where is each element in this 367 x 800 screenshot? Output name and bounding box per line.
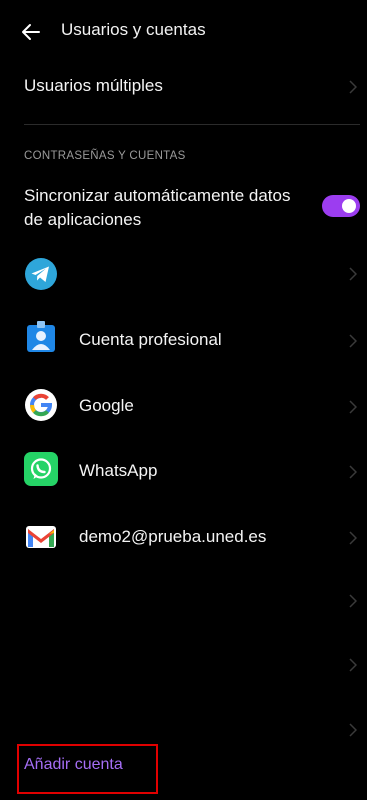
back-arrow-icon[interactable] — [19, 20, 43, 44]
chevron-right-icon — [349, 334, 357, 348]
auto-sync-label-line2: de aplicaciones — [24, 210, 142, 229]
account-label: Google — [79, 396, 134, 415]
work-profile-icon — [27, 321, 55, 352]
telegram-icon — [25, 258, 57, 290]
whatsapp-icon — [24, 452, 58, 486]
auto-sync-label: Sincronizar automáticamente datos de apl… — [24, 184, 314, 232]
section-header: CONTRASEÑAS Y CUENTAS — [24, 150, 186, 162]
chevron-right-icon — [349, 400, 357, 414]
page-title: Usuarios y cuentas — [61, 20, 206, 39]
google-icon — [25, 389, 57, 421]
chevron-right-icon — [349, 267, 357, 281]
auto-sync-label-line1: Sincronizar automáticamente datos — [24, 186, 291, 205]
chevron-right-icon — [349, 80, 357, 94]
chevron-right-icon — [349, 658, 357, 672]
chevron-right-icon — [349, 465, 357, 479]
gmail-icon — [26, 526, 56, 548]
chevron-right-icon — [349, 723, 357, 737]
multi-users-label: Usuarios múltiples — [24, 76, 163, 95]
toggle-knob — [342, 199, 356, 213]
add-account-button[interactable]: Añadir cuenta — [24, 756, 123, 774]
auto-sync-toggle[interactable] — [322, 195, 360, 217]
chevron-right-icon — [349, 594, 357, 608]
chevron-right-icon — [349, 531, 357, 545]
top-app-bar: Usuarios y cuentas — [0, 0, 367, 62]
account-label: WhatsApp — [79, 461, 158, 480]
divider — [24, 124, 360, 125]
account-label: Cuenta profesional — [79, 330, 222, 349]
account-label: demo2@prueba.uned.es — [79, 527, 267, 546]
